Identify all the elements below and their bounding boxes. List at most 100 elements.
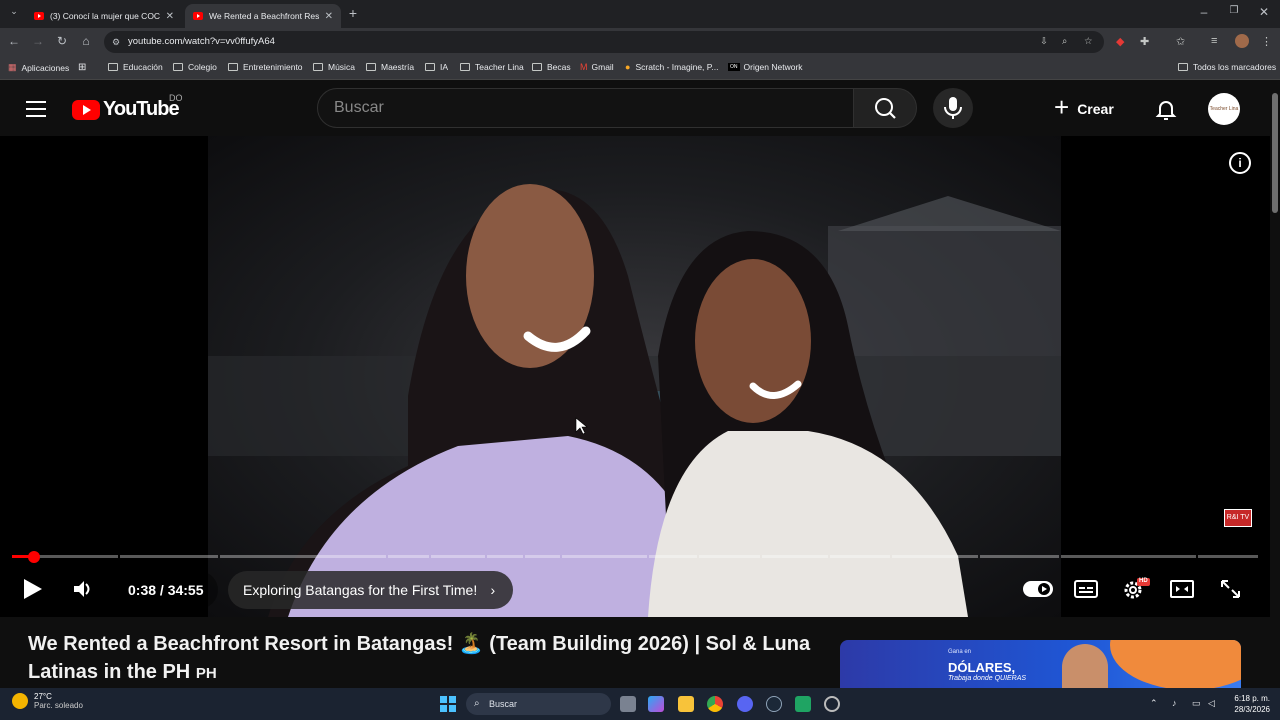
- temperature: 27°C: [34, 692, 52, 701]
- bookmark-folder[interactable]: Colegio: [173, 62, 217, 72]
- autoplay-toggle[interactable]: [1022, 577, 1053, 601]
- page-scrollbar[interactable]: [1270, 81, 1280, 688]
- new-tab-button[interactable]: +: [345, 5, 361, 21]
- home-icon[interactable]: ⌂: [78, 34, 94, 48]
- hamburger-menu-icon[interactable]: [26, 101, 46, 117]
- bookmark-grid[interactable]: ⊞: [78, 62, 86, 73]
- chapter-segment[interactable]: [830, 555, 891, 558]
- bookmark-folder[interactable]: Entretenimiento: [228, 62, 303, 72]
- app-icon[interactable]: [824, 696, 840, 712]
- tray-chevron-icon[interactable]: ⌃: [1150, 698, 1158, 709]
- bookmark-gmail[interactable]: M Gmail: [580, 62, 614, 72]
- media-control-icon[interactable]: ≡: [1211, 35, 1217, 47]
- sheets-icon[interactable]: [795, 696, 811, 712]
- tab-search-icon[interactable]: ⌄: [6, 6, 22, 17]
- bookmark-star-icon[interactable]: ☆: [1084, 31, 1093, 53]
- chapter-segment[interactable]: [761, 555, 829, 558]
- settings-gear-icon[interactable]: HD: [1121, 577, 1150, 601]
- close-tab-icon[interactable]: ✕: [325, 11, 333, 22]
- copilot-icon[interactable]: [648, 696, 664, 712]
- scrollbar-thumb[interactable]: [1272, 93, 1278, 213]
- subtitles-icon[interactable]: [1073, 577, 1099, 601]
- file-explorer-icon[interactable]: [678, 696, 694, 712]
- chrome-icon[interactable]: [707, 696, 723, 712]
- minimize-window-button[interactable]: –: [1196, 5, 1212, 19]
- windows-start-icon[interactable]: [440, 696, 456, 712]
- profile-avatar[interactable]: [1235, 34, 1249, 48]
- chapter-segment[interactable]: [524, 555, 561, 558]
- tray-mic-icon[interactable]: ♪: [1172, 698, 1177, 708]
- volume-icon[interactable]: [72, 579, 92, 599]
- bookmark-scratch[interactable]: ● Scratch - Imagine, P...: [625, 62, 718, 72]
- weather-widget[interactable]: 27°C Parc. soleado: [12, 692, 83, 710]
- bookmarks-bar: ▦ Aplicaciones ⊞ Educación Colegio Entret…: [0, 56, 1280, 80]
- search-input[interactable]: Buscar: [317, 88, 854, 128]
- progress-bar[interactable]: [12, 551, 1258, 563]
- chapter-segment[interactable]: [1060, 555, 1196, 558]
- bookmark-label: Gmail: [591, 62, 614, 72]
- chapter-segment[interactable]: [219, 555, 386, 558]
- bookmark-origen[interactable]: ON Origen Network: [728, 62, 803, 72]
- channel-watermark[interactable]: R&I TV: [1224, 509, 1252, 527]
- chapter-segment[interactable]: [387, 555, 430, 558]
- search-button[interactable]: [853, 88, 917, 128]
- folder-icon: [366, 63, 376, 71]
- all-bookmarks[interactable]: Todos los marcadores: [1178, 62, 1276, 72]
- folder-icon: [1178, 63, 1188, 71]
- bookmark-folder[interactable]: Becas: [532, 62, 571, 72]
- url-field[interactable]: ⚙ youtube.com/watch?v=vv0ffufyA64 ⇩ ⌕ ☆: [104, 31, 1104, 53]
- extension-red-icon[interactable]: ◆: [1116, 35, 1124, 48]
- chapter-button[interactable]: Exploring Batangas for the First Time! ›: [228, 571, 514, 609]
- volume-tray-icon[interactable]: ◁: [1208, 698, 1215, 709]
- forward-icon[interactable]: →: [30, 34, 46, 48]
- zoom-icon[interactable]: ⌕: [1062, 31, 1067, 53]
- system-clock[interactable]: 6:18 p. m. 28/3/2026: [1228, 693, 1270, 715]
- chapter-segment[interactable]: [1197, 555, 1258, 558]
- more-menu-icon[interactable]: ⋮: [1261, 35, 1272, 48]
- taskbar-search[interactable]: ⌕ Buscar: [466, 693, 611, 715]
- chapter-segment[interactable]: [487, 555, 523, 558]
- close-tab-icon[interactable]: ✕: [166, 11, 174, 22]
- chapter-segment[interactable]: [892, 555, 978, 558]
- tab-active[interactable]: We Rented a Beachfront Resort ✕: [185, 4, 341, 28]
- fullscreen-icon[interactable]: [1218, 577, 1244, 601]
- chapter-segment[interactable]: [979, 555, 1059, 558]
- task-view-icon[interactable]: [620, 696, 636, 712]
- scrubber-handle[interactable]: [28, 551, 41, 563]
- tab-inactive[interactable]: (3) Conocí la mujer que COCINA ✕: [26, 4, 182, 28]
- voice-search-button[interactable]: [933, 88, 973, 128]
- reading-list-icon[interactable]: ✩: [1176, 35, 1185, 48]
- back-icon[interactable]: ←: [6, 34, 22, 48]
- steam-icon[interactable]: [766, 696, 782, 712]
- video-player[interactable]: i R&I TV 0:38 / 34:55 Exploring Batangas…: [0, 136, 1270, 617]
- bookmark-label: Becas: [547, 62, 571, 72]
- bookmark-folder[interactable]: Educación: [108, 62, 163, 72]
- install-app-icon[interactable]: ⇩: [1040, 31, 1048, 53]
- create-button[interactable]: + Crear: [1054, 92, 1114, 125]
- site-info-icon[interactable]: ⚙: [112, 31, 120, 53]
- chapter-segment[interactable]: [119, 555, 218, 558]
- youtube-logo[interactable]: YouTube: [72, 98, 180, 121]
- info-icon[interactable]: i: [1229, 152, 1251, 174]
- restore-window-button[interactable]: ❐: [1226, 5, 1242, 16]
- close-window-button[interactable]: ✕: [1256, 5, 1272, 19]
- notifications-bell-icon[interactable]: [1152, 95, 1180, 123]
- chapter-segment[interactable]: [649, 555, 698, 558]
- bookmark-folder[interactable]: Maestría: [366, 62, 414, 72]
- chapter-segment[interactable]: [431, 555, 486, 558]
- bookmark-folder[interactable]: IA: [425, 62, 448, 72]
- chapter-segment[interactable]: [562, 555, 648, 558]
- extensions-puzzle-icon[interactable]: ✚: [1140, 35, 1149, 48]
- ad-banner[interactable]: Gana en DÓLARES, Trabaja donde QUIERAS: [840, 640, 1241, 689]
- play-icon[interactable]: [24, 579, 42, 599]
- account-avatar[interactable]: Teacher Lina: [1208, 93, 1240, 125]
- chapter-segment[interactable]: [699, 555, 760, 558]
- bookmark-apps[interactable]: ▦ Aplicaciones: [8, 62, 69, 73]
- bookmark-folder[interactable]: Música: [313, 62, 355, 72]
- reload-icon[interactable]: ↻: [54, 34, 70, 48]
- theater-mode-icon[interactable]: [1169, 577, 1195, 601]
- discord-icon[interactable]: [737, 696, 753, 712]
- bookmark-folder[interactable]: Teacher Lina: [460, 62, 524, 72]
- microphone-icon: [944, 97, 962, 119]
- network-icon[interactable]: ▭: [1192, 698, 1201, 709]
